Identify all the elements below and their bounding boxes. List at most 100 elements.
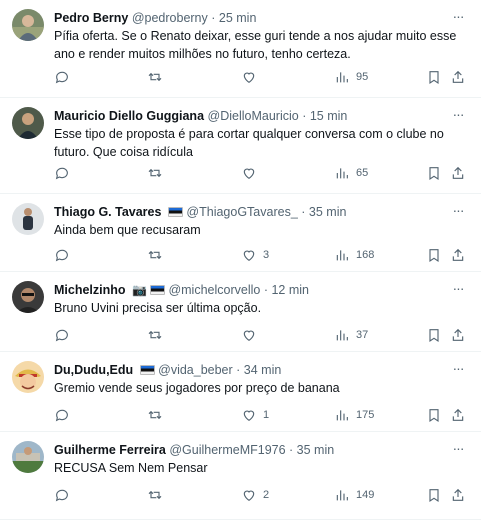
retweet-button[interactable] [147, 485, 163, 505]
bookmark-button[interactable] [426, 245, 442, 265]
author-name[interactable]: Du,Dudu,Edu [54, 363, 133, 377]
tweet-text: Bruno Uvini precisa ser última opção. [54, 301, 262, 315]
bookmark-icon [429, 329, 439, 343]
author-handle[interactable]: @DielloMauricio [208, 109, 299, 123]
like-button[interactable]: 3 [241, 245, 269, 265]
like-button[interactable] [241, 67, 263, 87]
timestamp[interactable]: · 34 min [236, 363, 281, 377]
more-icon[interactable]: ··· [449, 8, 467, 26]
view-count: 95 [356, 71, 369, 83]
timestamp[interactable]: · 15 min [302, 109, 347, 123]
timestamp[interactable]: · 35 min [289, 443, 334, 457]
author-name[interactable]: Guilherme Ferreira [54, 443, 166, 457]
reply-icon [55, 167, 68, 180]
tweet[interactable]: Mauricio Diello Guggiana @DielloMauricio… [0, 98, 481, 194]
like-button[interactable]: 2 [241, 485, 269, 505]
more-icon[interactable]: ··· [449, 280, 467, 298]
avatar[interactable] [12, 203, 44, 235]
like-button[interactable]: 1 [241, 405, 269, 425]
share-button[interactable] [450, 485, 466, 505]
view-count: 65 [356, 167, 369, 179]
views-chart-icon [336, 410, 348, 421]
avatar[interactable] [12, 107, 44, 139]
author-name[interactable]: Thiago G. Tavares [54, 205, 161, 219]
reply-button[interactable] [54, 245, 70, 265]
share-button[interactable] [450, 163, 466, 183]
views-button[interactable]: 168 [334, 245, 374, 265]
avatar[interactable] [12, 441, 44, 473]
flag-icon [167, 207, 183, 217]
tweet-header: Pedro Berny @pedroberny · 25 min [54, 9, 441, 27]
author-name[interactable]: Michelzinho [54, 283, 126, 297]
author-handle[interactable]: @michelcorvello [168, 283, 260, 297]
tweet[interactable]: Du,Dudu,Edu @vida_beber · 34 min ··· Gre… [0, 352, 481, 432]
retweet-button[interactable] [147, 163, 163, 183]
tweet-header: Guilherme Ferreira @GuilhermeMF1976 · 35… [54, 441, 441, 459]
bookmark-button[interactable] [426, 163, 442, 183]
views-button[interactable]: 65 [334, 163, 368, 183]
bookmark-button[interactable] [426, 325, 442, 345]
author-handle[interactable]: @pedroberny [132, 11, 208, 25]
tweet[interactable]: Michelzinho 📷 @michelcorvello · 12 min ·… [0, 272, 481, 352]
reply-icon [55, 249, 68, 262]
author-name[interactable]: Pedro Berny [54, 11, 128, 25]
tweet[interactable]: Thiago G. Tavares @ThiagoGTavares_ · 35 … [0, 194, 481, 272]
author-handle[interactable]: @GuilhermeMF1976 [169, 443, 285, 457]
tweet[interactable]: Pedro Berny @pedroberny · 25 min ··· Píf… [0, 0, 481, 98]
retweet-icon [148, 72, 162, 82]
views-button[interactable]: 95 [334, 67, 368, 87]
avatar[interactable] [12, 9, 44, 41]
views-button[interactable]: 175 [334, 405, 374, 425]
author-name[interactable]: Mauricio Diello Guggiana [54, 109, 204, 123]
heart-icon [243, 490, 255, 502]
timestamp[interactable]: · 25 min [211, 11, 256, 25]
like-count: 2 [263, 489, 270, 501]
reply-button[interactable] [54, 405, 70, 425]
tweet-text: Esse tipo de proposta é para cortar qual… [54, 127, 444, 159]
view-count: 37 [356, 329, 369, 341]
action-bar: 1 175 [54, 405, 471, 425]
bookmark-button[interactable] [426, 67, 442, 87]
reply-feed: Pedro Berny @pedroberny · 25 min ··· Píf… [0, 0, 481, 520]
reply-button[interactable] [54, 485, 70, 505]
tweet[interactable]: Guilherme Ferreira @GuilhermeMF1976 · 35… [0, 432, 481, 520]
retweet-button[interactable] [147, 67, 163, 87]
share-button[interactable] [450, 67, 466, 87]
share-button[interactable] [450, 405, 466, 425]
bookmark-button[interactable] [426, 485, 442, 505]
avatar[interactable] [12, 361, 44, 393]
like-count: 3 [263, 249, 270, 261]
author-handle[interactable]: @ThiagoGTavares_ [186, 205, 297, 219]
like-button[interactable] [241, 163, 263, 183]
more-icon[interactable]: ··· [449, 202, 467, 220]
reply-button[interactable] [54, 163, 70, 183]
more-icon[interactable]: ··· [449, 440, 467, 458]
reply-button[interactable] [54, 67, 70, 87]
reply-button[interactable] [54, 325, 70, 345]
bookmark-icon [429, 71, 439, 85]
views-button[interactable]: 149 [334, 485, 374, 505]
views-chart-icon [336, 168, 348, 179]
share-button[interactable] [450, 245, 466, 265]
retweet-button[interactable] [147, 325, 163, 345]
heart-icon [243, 410, 255, 422]
share-icon [452, 166, 464, 179]
views-button[interactable]: 37 [334, 325, 368, 345]
timestamp[interactable]: · 12 min [264, 283, 309, 297]
reply-icon [55, 71, 68, 84]
more-icon[interactable]: ··· [449, 360, 467, 378]
like-button[interactable] [241, 325, 263, 345]
like-count: 1 [263, 409, 270, 421]
reply-icon [55, 329, 68, 342]
retweet-button[interactable] [147, 405, 163, 425]
view-count: 168 [356, 249, 375, 261]
avatar[interactable] [12, 281, 44, 313]
share-button[interactable] [450, 325, 466, 345]
timestamp[interactable]: · 35 min [301, 205, 346, 219]
action-bar: 37 [54, 325, 471, 345]
author-handle[interactable]: @vida_beber [158, 363, 233, 377]
more-icon[interactable]: ··· [449, 106, 467, 124]
tweet-header: Thiago G. Tavares @ThiagoGTavares_ · 35 … [54, 203, 441, 221]
retweet-button[interactable] [147, 245, 163, 265]
bookmark-button[interactable] [426, 405, 442, 425]
